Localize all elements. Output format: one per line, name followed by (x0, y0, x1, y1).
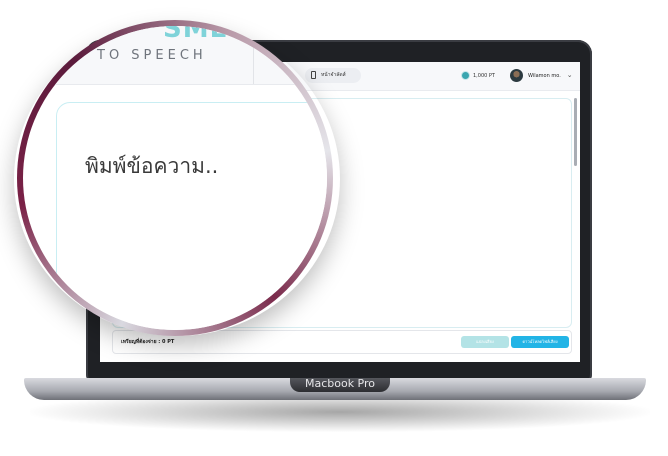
convert-button[interactable]: แปลงเสียง (461, 336, 509, 348)
user-menu[interactable]: Wilamon mo. ⌄ (510, 67, 573, 83)
coin-icon (462, 72, 469, 79)
download-button[interactable]: ดาวน์โหลดไฟล์เสียง (511, 336, 569, 348)
avatar (510, 69, 523, 82)
points-value: 1,000 PT (473, 73, 495, 79)
scrollbar[interactable] (574, 98, 577, 166)
lens-header: SME TO SPEECH (23, 26, 327, 85)
editor-placeholder: พิมพ์ข้อความ.. (85, 154, 219, 178)
points-balance: 1,000 PT (462, 70, 495, 82)
logo-subtitle: TO SPEECH (97, 48, 207, 63)
magnifier-ring: SME TO SPEECH พิมพ์ข้อความ.. (17, 20, 333, 336)
magnifier-lens: SME TO SPEECH พิมพ์ข้อความ.. (23, 26, 327, 330)
lens-text-editor[interactable] (56, 102, 327, 330)
device-model-label: Macbook Pro (304, 377, 376, 390)
logo-text: SME (163, 26, 229, 44)
user-name: Wilamon mo. (528, 73, 561, 79)
chevron-down-icon: ⌄ (566, 71, 573, 79)
header-divider (253, 46, 254, 84)
